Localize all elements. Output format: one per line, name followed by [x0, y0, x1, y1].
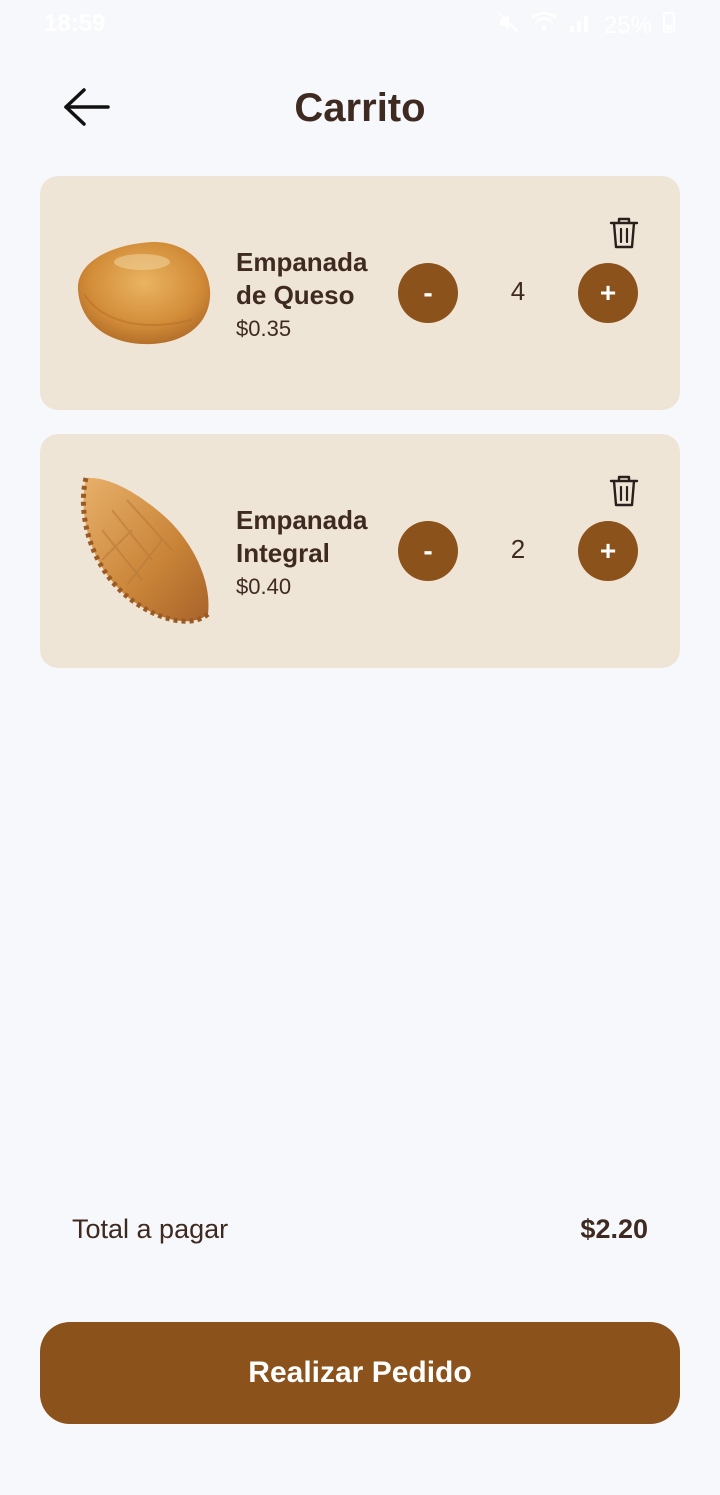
quantity-value: 4 — [510, 276, 526, 306]
item-name: Empanada Integral — [236, 505, 368, 568]
status-bar: 18:59 25% — [0, 0, 720, 48]
battery-icon — [662, 10, 676, 41]
quantity-value: 2 — [510, 534, 526, 564]
empanada-queso-image — [72, 232, 212, 352]
empanada-integral-image — [72, 477, 212, 624]
status-time: 18:59 — [44, 10, 106, 37]
total-value: $2.20 — [580, 1214, 648, 1244]
decrease-quantity-button[interactable]: - — [398, 263, 458, 323]
total-row: Total a pagar $2.20 — [72, 1214, 648, 1254]
wifi-icon — [530, 10, 558, 41]
cart-item: Empanada Integral $0.40 - 2 + — [40, 434, 680, 668]
increase-quantity-button[interactable]: + — [578, 521, 638, 581]
item-price: $0.35 — [236, 316, 292, 341]
trash-icon — [609, 475, 639, 507]
increase-quantity-button[interactable]: + — [578, 263, 638, 323]
page-title: Carrito — [294, 86, 426, 130]
item-price: $0.40 — [236, 574, 292, 599]
trash-icon — [609, 217, 639, 249]
item-name: Empanada de Queso — [236, 247, 368, 310]
delete-item-button[interactable] — [608, 474, 640, 508]
app-header: Carrito — [0, 70, 720, 150]
status-icons: 25% — [496, 10, 676, 41]
signal-icon — [568, 10, 594, 41]
place-order-button[interactable]: Realizar Pedido — [40, 1322, 680, 1424]
cart-item: Empanada de Queso $0.35 - 4 + — [40, 176, 680, 410]
delete-item-button[interactable] — [608, 216, 640, 250]
cart-list: Empanada de Queso $0.35 - 4 + Empanada I… — [40, 176, 680, 692]
mute-icon — [496, 10, 520, 41]
battery-text: 25% — [603, 11, 652, 39]
decrease-quantity-button[interactable]: - — [398, 521, 458, 581]
total-label: Total a pagar — [72, 1214, 229, 1244]
